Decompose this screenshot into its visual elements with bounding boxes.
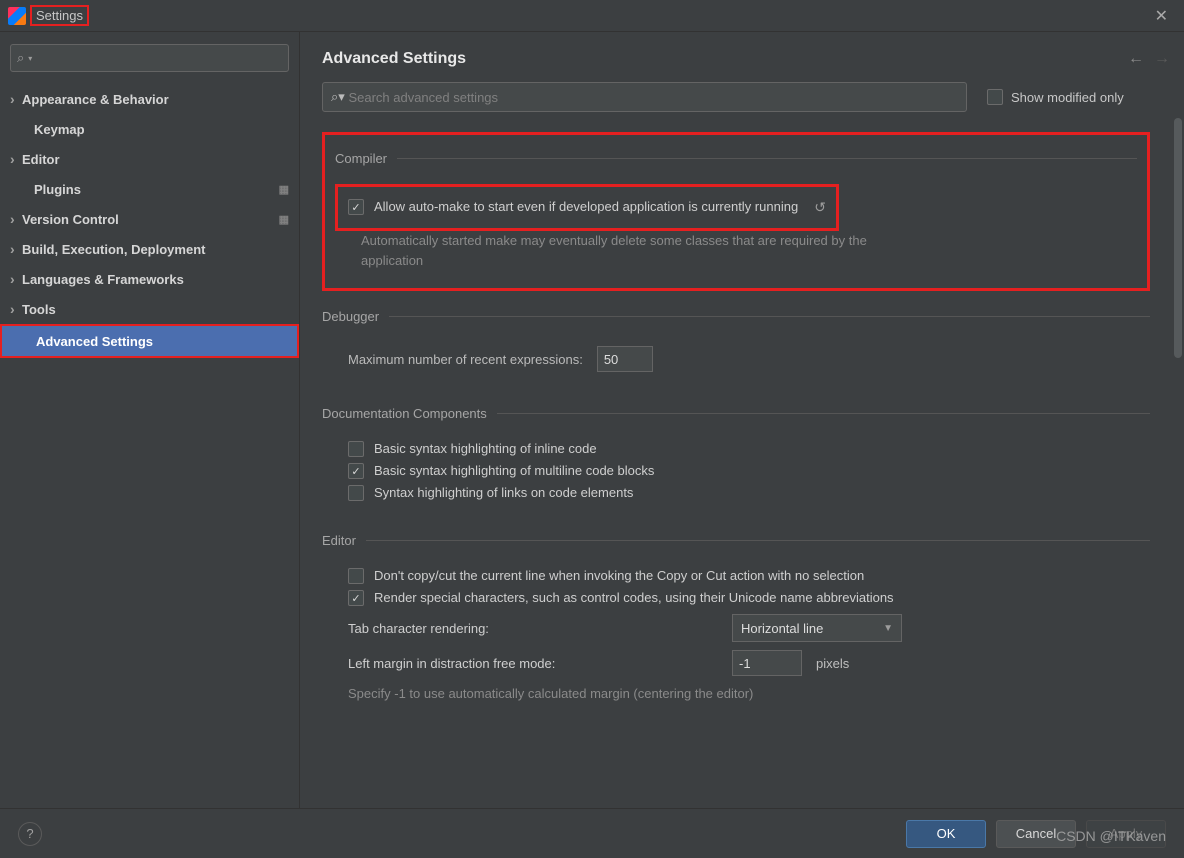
page-title: Advanced Settings <box>322 50 1128 68</box>
search-icon: ⌕ <box>17 50 24 66</box>
sidebar-item-build[interactable]: Build, Execution, Deployment <box>0 234 299 264</box>
checkbox-icon <box>348 485 364 501</box>
help-button[interactable]: ? <box>18 822 42 846</box>
option-label: Basic syntax highlighting of multiline c… <box>374 463 654 478</box>
checkbox-icon <box>348 590 364 606</box>
sidebar-item-label: Tools <box>22 302 56 317</box>
compiler-highlight-box: Compiler Allow auto-make to start even i… <box>322 132 1150 291</box>
unit-label: pixels <box>816 656 849 671</box>
editor-render-special-option[interactable]: Render special characters, such as contr… <box>348 590 1150 606</box>
footer: ? OK Cancel Apply <box>0 808 1184 858</box>
option-label: Render special characters, such as contr… <box>374 590 894 605</box>
left-margin-input[interactable] <box>732 650 802 676</box>
apply-button[interactable]: Apply <box>1086 820 1166 848</box>
window-title-highlight: Settings <box>30 5 89 26</box>
button-label: Apply <box>1110 826 1143 841</box>
sidebar-item-advanced-settings[interactable]: Advanced Settings <box>2 326 297 356</box>
sidebar-item-label: Version Control <box>22 212 119 227</box>
button-label: Cancel <box>1016 826 1056 841</box>
group-editor: Editor <box>322 533 1150 548</box>
show-modified-label: Show modified only <box>1011 90 1124 105</box>
sidebar-item-label: Build, Execution, Deployment <box>22 242 205 257</box>
sidebar-search[interactable]: ⌕ ▾ <box>10 44 289 72</box>
sidebar-item-editor[interactable]: Editor <box>0 144 299 174</box>
allow-auto-make-option[interactable]: Allow auto-make to start even if develop… <box>348 199 826 216</box>
doc-multiline-option[interactable]: Basic syntax highlighting of multiline c… <box>348 463 1150 479</box>
sidebar-item-label: Appearance & Behavior <box>22 92 169 107</box>
checkbox-icon <box>348 568 364 584</box>
sidebar-item-label: Editor <box>22 152 60 167</box>
group-compiler: Compiler <box>335 151 1137 166</box>
sidebar-item-label: Keymap <box>34 122 85 137</box>
allow-auto-make-help: Automatically started make may eventuall… <box>361 231 881 270</box>
window-title: Settings <box>36 8 83 23</box>
checkbox-icon <box>987 89 1003 105</box>
sidebar-item-label: Plugins <box>34 182 81 197</box>
option-label: Allow auto-make to start even if develop… <box>374 199 798 214</box>
reset-icon[interactable]: ↺ <box>814 199 826 216</box>
doc-links-option[interactable]: Syntax highlighting of links on code ele… <box>348 485 1150 501</box>
advanced-settings-search[interactable]: ⌕▾ <box>322 82 967 112</box>
show-modified-checkbox[interactable]: Show modified only <box>987 89 1124 105</box>
scrollbar[interactable] <box>1174 118 1182 358</box>
cancel-button[interactable]: Cancel <box>996 820 1076 848</box>
checkbox-icon <box>348 463 364 479</box>
doc-inline-code-option[interactable]: Basic syntax highlighting of inline code <box>348 441 1150 457</box>
gear-icon: ▦ <box>279 213 289 226</box>
content-pane: Advanced Settings ← → ⌕▾ Show modified o… <box>300 32 1184 808</box>
left-margin-help: Specify -1 to use automatically calculat… <box>348 684 868 704</box>
chevron-down-icon: ▼ <box>883 623 893 634</box>
sidebar-item-label: Languages & Frameworks <box>22 272 184 287</box>
button-label: OK <box>937 826 956 841</box>
sidebar-item-appearance[interactable]: Appearance & Behavior <box>0 84 299 114</box>
editor-no-copy-line-option[interactable]: Don't copy/cut the current line when inv… <box>348 568 1150 584</box>
sidebar-item-version-control[interactable]: Version Control ▦ <box>0 204 299 234</box>
sidebar-item-plugins[interactable]: Plugins ▦ <box>0 174 299 204</box>
ok-button[interactable]: OK <box>906 820 986 848</box>
option-label: Don't copy/cut the current line when inv… <box>374 568 864 583</box>
app-icon <box>8 7 26 25</box>
group-label: Editor <box>322 533 356 548</box>
nav-arrows: ← → <box>1128 50 1170 68</box>
compiler-option-highlight: Allow auto-make to start even if develop… <box>335 184 839 231</box>
forward-arrow-icon: → <box>1154 50 1170 68</box>
back-arrow-icon[interactable]: ← <box>1128 50 1144 68</box>
settings-tree: Appearance & Behavior Keymap Editor Plug… <box>0 80 299 358</box>
option-label: Basic syntax highlighting of inline code <box>374 441 597 456</box>
group-label: Documentation Components <box>322 406 487 421</box>
max-expressions-input[interactable] <box>597 346 653 372</box>
sidebar-item-tools[interactable]: Tools <box>0 294 299 324</box>
chevron-down-icon: ▾ <box>28 54 32 63</box>
group-doc-components: Documentation Components <box>322 406 1150 421</box>
group-label: Compiler <box>335 151 387 166</box>
field-label: Left margin in distraction free mode: <box>348 656 718 671</box>
gear-icon: ▦ <box>279 183 289 196</box>
max-expressions-row: Maximum number of recent expressions: <box>348 346 1150 372</box>
field-label: Maximum number of recent expressions: <box>348 352 583 367</box>
sidebar-item-label: Advanced Settings <box>36 334 153 349</box>
tab-rendering-row: Tab character rendering: Horizontal line… <box>348 614 1150 642</box>
field-label: Tab character rendering: <box>348 621 718 636</box>
close-icon[interactable]: ✕ <box>1147 2 1176 30</box>
chevron-down-icon: ▾ <box>338 89 345 105</box>
tab-rendering-select[interactable]: Horizontal line ▼ <box>732 614 902 642</box>
search-icon: ⌕ <box>331 89 338 105</box>
left-margin-row: Left margin in distraction free mode: pi… <box>348 650 1150 676</box>
sidebar-item-keymap[interactable]: Keymap <box>0 114 299 144</box>
advanced-search-input[interactable] <box>348 90 958 105</box>
group-debugger: Debugger <box>322 309 1150 324</box>
group-label: Debugger <box>322 309 379 324</box>
option-label: Syntax highlighting of links on code ele… <box>374 485 633 500</box>
sidebar: ⌕ ▾ Appearance & Behavior Keymap Editor … <box>0 32 300 808</box>
checkbox-icon <box>348 441 364 457</box>
sidebar-item-languages[interactable]: Languages & Frameworks <box>0 264 299 294</box>
checkbox-icon <box>348 199 364 215</box>
titlebar: Settings ✕ <box>0 0 1184 32</box>
select-value: Horizontal line <box>741 621 823 636</box>
sidebar-selection-highlight: Advanced Settings <box>0 324 299 358</box>
